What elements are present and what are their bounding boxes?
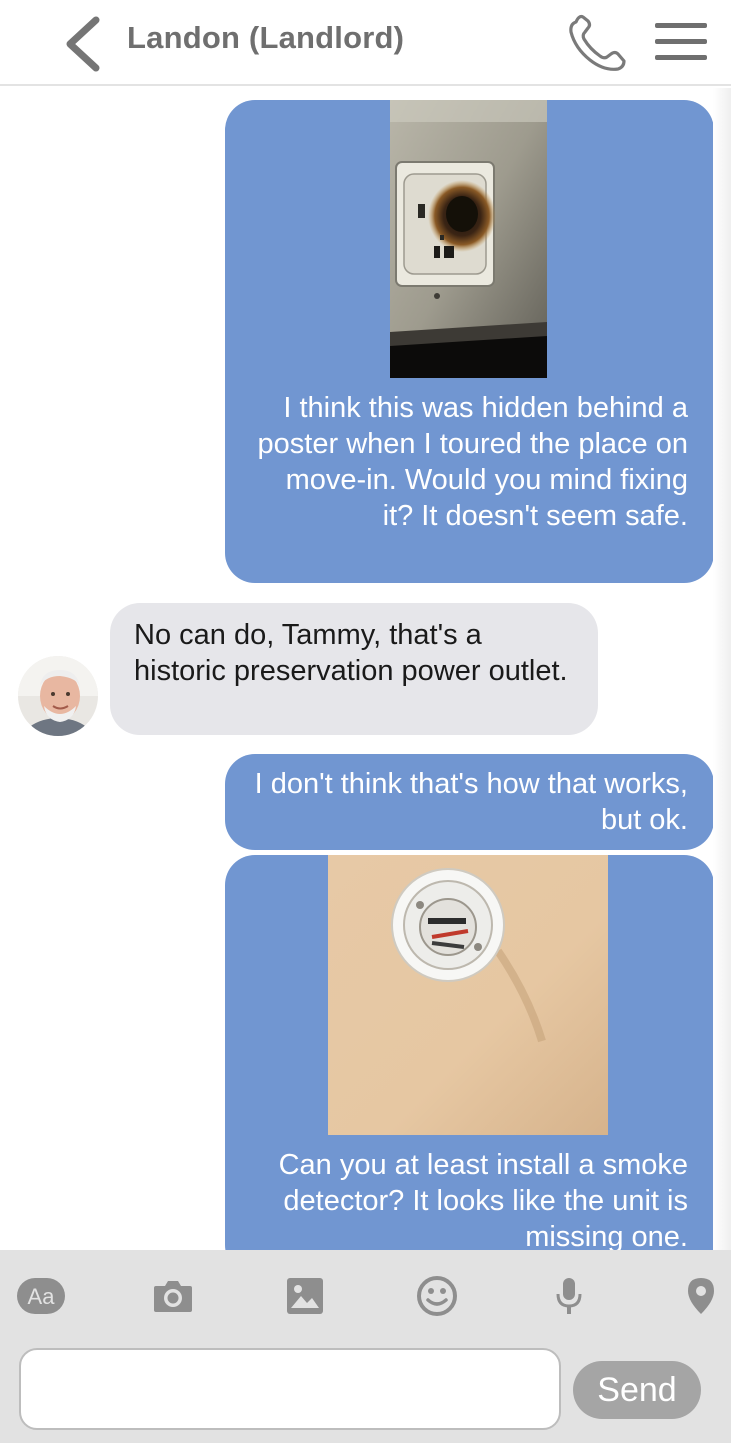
attachment-photo[interactable] xyxy=(390,100,547,378)
message-text: I don't think that's how that works, but… xyxy=(254,768,688,836)
message-list[interactable]: I think this was hidden behind a poster … xyxy=(0,88,731,1250)
smiley-icon[interactable] xyxy=(412,1274,462,1318)
message-bubble-outgoing[interactable]: I don't think that's how that works, but… xyxy=(225,754,714,850)
message-bubble-incoming[interactable]: No can do, Tammy, that's a historic pres… xyxy=(110,603,598,735)
contact-name: Landon (Landlord) xyxy=(127,20,405,55)
message-bubble-outgoing[interactable]: Can you at least install a smoke detecto… xyxy=(225,855,714,1250)
composer-toolbar: Aa Send xyxy=(0,1250,731,1443)
send-button[interactable]: Send xyxy=(573,1361,701,1419)
location-pin-icon[interactable] xyxy=(676,1274,726,1318)
chevron-left-icon[interactable] xyxy=(60,14,104,74)
hamburger-menu-icon[interactable] xyxy=(654,20,708,64)
message-text: Can you at least install a smoke detecto… xyxy=(278,1149,688,1250)
attachment-photo[interactable] xyxy=(328,855,608,1135)
font-style-button[interactable]: Aa xyxy=(16,1274,66,1318)
phone-icon[interactable] xyxy=(566,14,628,74)
avatar[interactable] xyxy=(18,656,98,736)
svg-text:Aa: Aa xyxy=(28,1284,56,1309)
message-bubble-outgoing[interactable]: I think this was hidden behind a poster … xyxy=(225,100,714,583)
microphone-icon[interactable] xyxy=(544,1274,594,1318)
message-text: No can do, Tammy, that's a historic pres… xyxy=(134,619,568,687)
chat-header: Landon (Landlord) xyxy=(0,0,731,86)
camera-icon[interactable] xyxy=(148,1274,198,1318)
message-text: I think this was hidden behind a poster … xyxy=(257,392,688,532)
scrollbar[interactable] xyxy=(713,88,731,1250)
message-input[interactable] xyxy=(19,1348,561,1430)
image-icon[interactable] xyxy=(280,1274,330,1318)
